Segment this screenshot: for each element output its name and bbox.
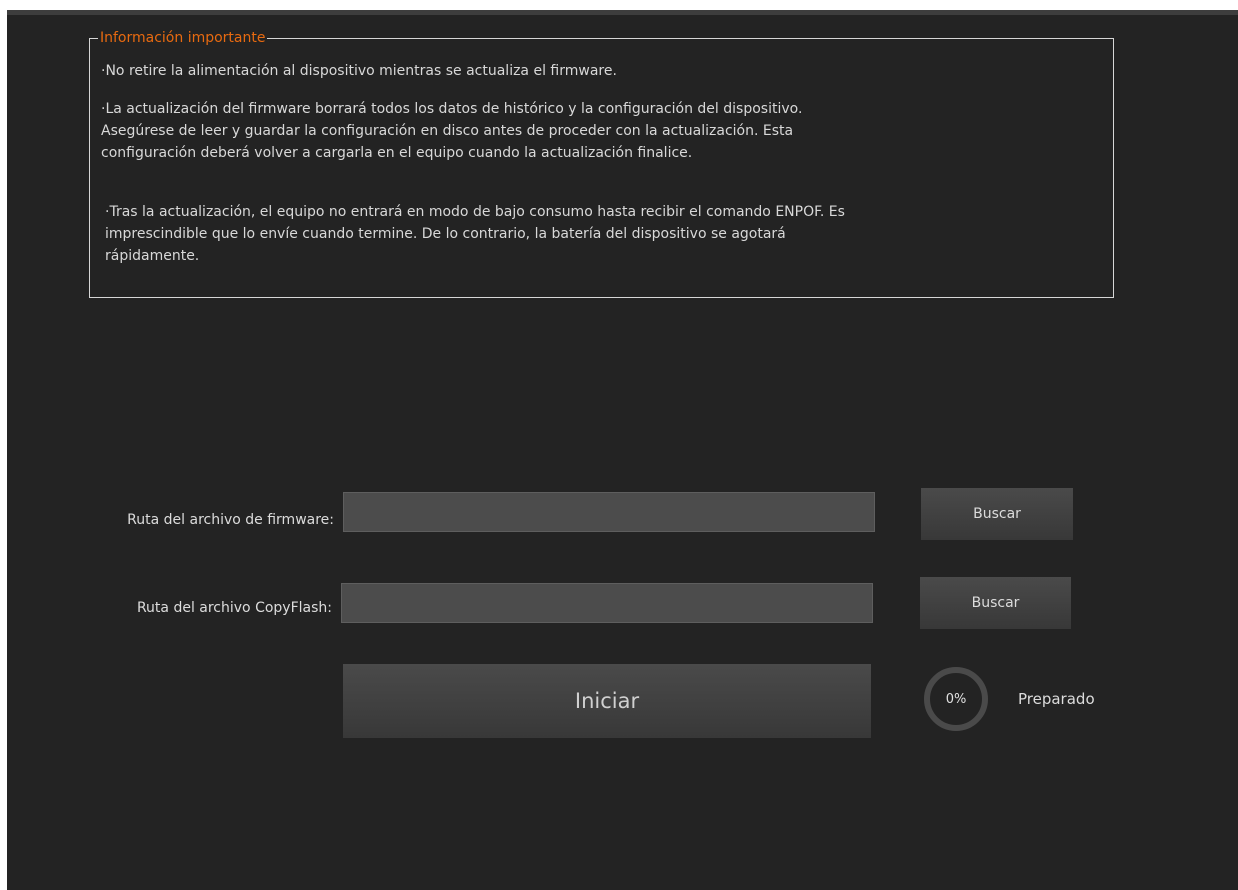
start-button-label: Iniciar — [574, 689, 640, 713]
copyflash-path-input[interactable] — [341, 583, 873, 623]
info-paragraph-erase: ·La actualización del firmware borrará t… — [101, 98, 802, 164]
info-paragraph-power: ·No retire la alimentación al dispositiv… — [101, 60, 617, 82]
info-line: Asegúrese de leer y guardar la configura… — [101, 123, 794, 139]
copyflash-browse-button[interactable]: Buscar — [920, 577, 1071, 629]
firmware-browse-label: Buscar — [973, 506, 1021, 522]
copyflash-path-label: Ruta del archivo CopyFlash: — [136, 600, 332, 616]
info-line: ·La actualización del firmware borrará t… — [101, 101, 803, 117]
info-line: ·No retire la alimentación al dispositiv… — [101, 63, 617, 79]
firmware-update-panel: Información importante ·No retire la ali… — [7, 10, 1238, 890]
info-line: rápidamente. — [105, 248, 200, 264]
info-group-title: Información importante — [98, 28, 268, 48]
status-label: Preparado — [1018, 690, 1095, 708]
top-bar — [7, 10, 1238, 15]
info-paragraph-enpof: ·Tras la actualización, el equipo no ent… — [105, 201, 845, 267]
progress-percent: 0% — [945, 691, 967, 707]
info-line: configuración deberá volver a cargarla e… — [101, 145, 693, 161]
firmware-browse-button[interactable]: Buscar — [921, 488, 1073, 540]
firmware-path-input[interactable] — [343, 492, 875, 532]
start-button[interactable]: Iniciar — [343, 664, 871, 738]
info-line: imprescindible que lo envíe cuando termi… — [105, 226, 786, 242]
info-line: ·Tras la actualización, el equipo no ent… — [105, 204, 845, 220]
copyflash-browse-label: Buscar — [971, 595, 1020, 611]
firmware-path-label: Ruta del archivo de firmware: — [127, 512, 334, 528]
